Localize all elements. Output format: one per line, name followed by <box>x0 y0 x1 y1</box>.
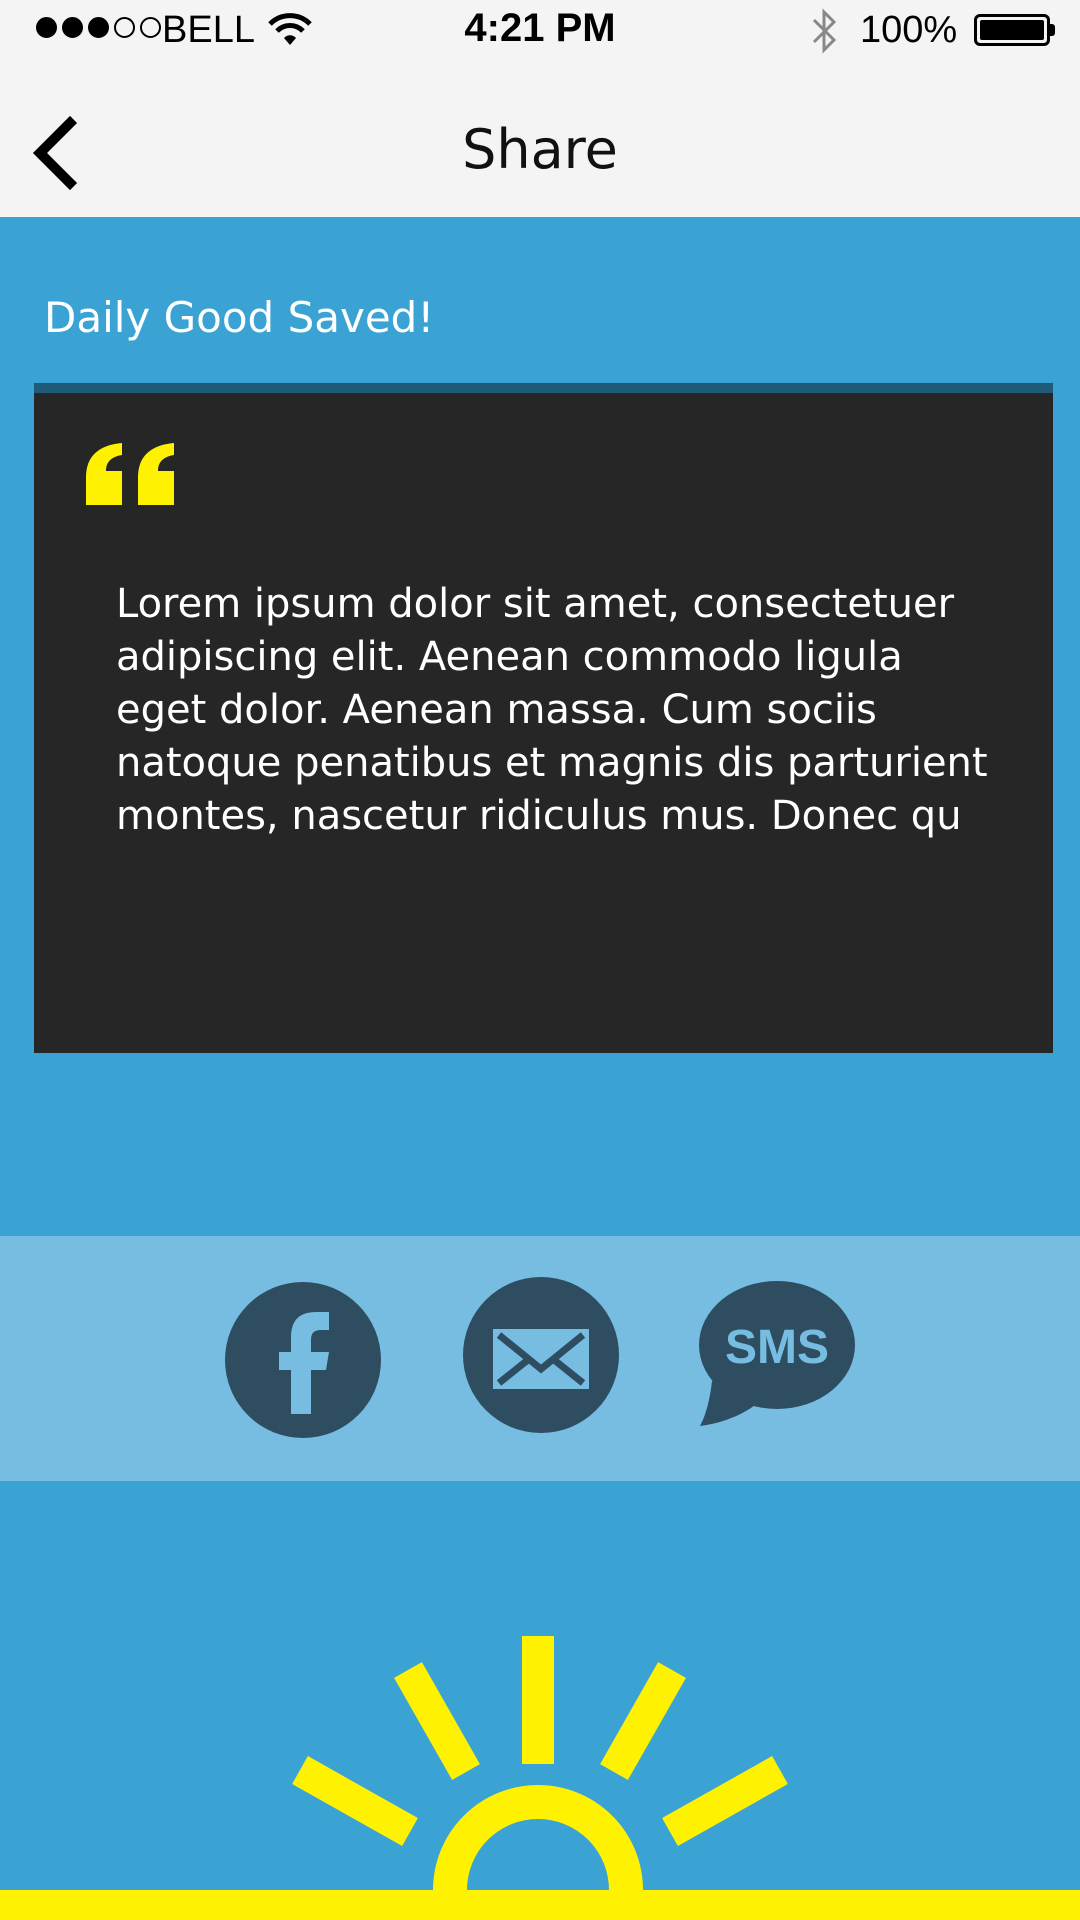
status-bar: BELL 4:21 PM 100% <box>0 0 1080 60</box>
bluetooth-icon <box>808 8 842 59</box>
share-options: SMS <box>0 1236 1080 1481</box>
email-icon <box>463 1277 619 1433</box>
sms-label: SMS <box>725 1321 829 1374</box>
facebook-icon <box>225 1282 381 1438</box>
quote-icon <box>86 443 178 509</box>
quote-text: Lorem ipsum dolor sit amet, consectetuer… <box>116 581 988 839</box>
horizon-bar <box>0 1890 1080 1920</box>
battery-tip <box>1050 24 1055 36</box>
saved-message: Daily Good Saved! <box>44 293 435 342</box>
facebook-share-button[interactable] <box>225 1282 381 1438</box>
page-title: Share <box>462 118 618 181</box>
navigation-bar: Share <box>0 60 1080 217</box>
sms-share-button[interactable]: SMS <box>698 1281 856 1426</box>
battery-icon <box>974 14 1050 46</box>
quote-card: Lorem ipsum dolor sit amet, consectetuer… <box>34 383 1053 1053</box>
sms-icon: SMS <box>699 1281 855 1426</box>
email-share-button[interactable] <box>463 1277 619 1433</box>
battery-percentage: 100% <box>860 9 958 51</box>
sunrise-logo-icon <box>292 1636 788 1891</box>
